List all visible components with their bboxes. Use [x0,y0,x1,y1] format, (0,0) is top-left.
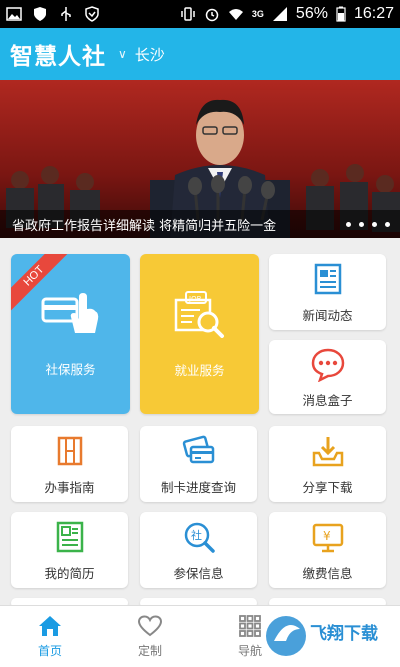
payment-info-label: 缴费信息 [302,565,353,581]
social-insurance-tile[interactable]: HOT 社保服务 [11,254,130,414]
city-selector[interactable]: 长沙 [135,44,165,65]
nav-custom-label: 定制 [137,644,162,658]
insurance-info-tile[interactable]: 社 参保信息 [140,512,257,588]
carousel-dot [372,222,377,227]
cards-icon [182,435,214,463]
news-label: 新闻动态 [302,307,353,323]
share-download-tile[interactable]: 分享下载 [269,426,386,502]
chat-bubble-icon [311,348,344,382]
card-progress-label: 制卡进度查询 [160,479,236,495]
resume-icon [56,521,83,552]
banner-caption: 省政府工作报告详细解读 将精简归并五险一金 [0,210,400,238]
svg-text:社: 社 [191,528,202,542]
nav-navigation-label: 导航 [237,644,262,658]
messages-label: 消息盒子 [302,392,353,408]
payment-info-tile[interactable]: ¥ 缴费信息 [269,512,386,588]
watermark-logo: 飞翔下载 [264,611,394,661]
alarm-icon [205,8,219,22]
social-insurance-label: 社保服务 [45,361,96,377]
nav-custom[interactable]: 定制 [100,606,200,667]
messages-tile[interactable]: 消息盒子 [269,340,386,414]
signal-icon [272,7,287,21]
shield-check-icon [34,7,46,21]
svg-text:飞翔下载: 飞翔下载 [310,623,378,644]
battery-icon [336,6,346,22]
guide-label: 办事指南 [44,479,95,495]
svg-text:¥: ¥ [323,529,331,543]
status-bar: 3G 56% 16:27 [0,0,400,28]
newspaper-icon [314,263,341,294]
svg-text:JOB: JOB [188,295,202,303]
yuan-screen-icon: ¥ [312,523,343,552]
wifi-icon [228,9,243,20]
resume-label: 我的简历 [44,565,95,581]
app-title: 智慧人社 [10,44,106,70]
hot-badge: HOT [11,254,73,316]
home-icon [39,616,61,636]
job-search-icon: JOB [174,290,224,338]
grid-icon [239,615,261,637]
carousel-dot [359,222,364,227]
protection-icon [85,6,99,22]
chevron-down-icon[interactable]: ∨ [118,47,127,61]
carousel-dot [385,222,390,227]
share-download-label: 分享下载 [302,479,353,495]
gallery-icon [6,7,22,21]
news-tile[interactable]: 新闻动态 [269,254,386,330]
app-header: 智慧人社 ∨ 长沙 [0,28,400,80]
battery-percent: 56% [295,5,328,22]
guide-tile[interactable]: 办事指南 [11,426,128,502]
usb-icon [61,7,71,21]
employment-tile[interactable]: JOB 就业服务 [140,254,259,414]
news-banner[interactable]: 省政府工作报告详细解读 将精简归并五险一金 [0,80,400,238]
card-progress-tile[interactable]: 制卡进度查询 [140,426,257,502]
carousel-indicator [346,222,390,227]
nav-home[interactable]: 首页 [0,606,100,667]
resume-tile[interactable]: 我的简历 [11,512,128,588]
nav-home-label: 首页 [37,644,62,658]
employment-label: 就业服务 [174,362,225,378]
vibrate-icon [181,7,195,21]
network-type: 3G [251,9,264,19]
carousel-dot [346,222,351,227]
book-icon [57,436,82,465]
clock-time: 16:27 [353,5,394,22]
insurance-info-label: 参保信息 [173,565,224,581]
magnifier-she-icon: 社 [184,522,215,553]
download-tray-icon [312,436,343,466]
service-grid: HOT 社保服务 JOB 就业服务 新闻动态 消息盒子 办事指南 制卡进度查询 … [0,252,400,608]
heart-icon [137,615,163,637]
